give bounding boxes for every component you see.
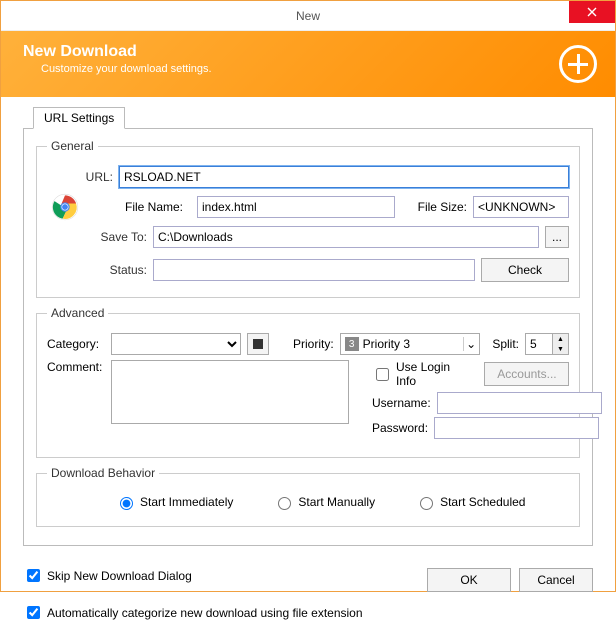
behavior-group: Download Behavior Start Immediately Star… [36, 466, 580, 527]
chrome-icon [51, 193, 79, 221]
priority-badge: 3 [345, 337, 359, 351]
advanced-legend: Advanced [47, 306, 108, 320]
comment-input[interactable] [111, 360, 349, 424]
url-label: URL: [47, 170, 113, 184]
plus-icon [559, 45, 597, 83]
auto-categorize-checkbox[interactable]: Automatically categorize new download us… [23, 603, 427, 622]
password-label: Password: [372, 421, 428, 435]
filename-label: File Name: [125, 200, 191, 214]
accounts-button[interactable]: Accounts... [484, 362, 569, 386]
category-manage-button[interactable] [247, 333, 269, 355]
browse-button[interactable]: ... [545, 226, 569, 248]
cancel-button[interactable]: Cancel [519, 568, 593, 592]
status-label: Status: [47, 263, 147, 277]
priority-text: Priority 3 [363, 337, 463, 351]
status-value [153, 259, 475, 281]
footer: Skip New Download Dialog Automatically c… [1, 558, 615, 622]
spin-up-icon[interactable]: ▲ [553, 334, 568, 344]
filesize-value [473, 196, 569, 218]
advanced-group: Advanced Category: Priority: 3 Priority … [36, 306, 580, 458]
close-icon [587, 7, 597, 17]
filesize-label: File Size: [418, 200, 467, 214]
general-group: General URL: File Name: [36, 139, 580, 298]
window-title: New [1, 9, 615, 23]
split-input[interactable] [525, 333, 553, 355]
url-input[interactable] [119, 166, 569, 188]
priority-label: Priority: [293, 337, 334, 351]
check-button[interactable]: Check [481, 258, 569, 282]
close-button[interactable] [569, 1, 615, 23]
start-manually-radio[interactable]: Start Manually [273, 494, 375, 510]
banner: New Download Customize your download set… [1, 31, 615, 97]
tab-panel: General URL: File Name: [23, 128, 593, 546]
saveto-input[interactable] [153, 226, 539, 248]
split-label: Split: [492, 337, 519, 351]
username-input[interactable] [437, 392, 602, 414]
grid-icon [253, 339, 263, 349]
filename-input[interactable] [197, 196, 395, 218]
password-input[interactable] [434, 417, 599, 439]
start-immediately-radio[interactable]: Start Immediately [115, 494, 233, 510]
saveto-label: Save To: [47, 230, 147, 244]
banner-heading: New Download [23, 43, 593, 61]
start-scheduled-radio[interactable]: Start Scheduled [415, 494, 525, 510]
spin-down-icon[interactable]: ▼ [553, 344, 568, 354]
chevron-down-icon: ⌄ [463, 337, 479, 351]
category-select[interactable] [111, 333, 241, 355]
tab-strip: URL Settings [23, 107, 593, 129]
use-login-checkbox[interactable]: Use Login Info [372, 360, 472, 388]
new-download-dialog: New New Download Customize your download… [0, 0, 616, 592]
use-login-input[interactable] [376, 368, 389, 381]
priority-select[interactable]: 3 Priority 3 ⌄ [340, 333, 480, 355]
general-legend: General [47, 139, 98, 153]
username-label: Username: [372, 396, 431, 410]
behavior-legend: Download Behavior [47, 466, 159, 480]
ok-button[interactable]: OK [427, 568, 511, 592]
tab-url-settings[interactable]: URL Settings [33, 107, 125, 129]
banner-sub: Customize your download settings. [41, 63, 593, 75]
category-label: Category: [47, 337, 105, 351]
skip-dialog-checkbox[interactable]: Skip New Download Dialog [23, 566, 427, 585]
split-stepper[interactable]: ▲▼ [525, 333, 569, 355]
comment-label: Comment: [47, 360, 105, 374]
titlebar: New [1, 1, 615, 31]
